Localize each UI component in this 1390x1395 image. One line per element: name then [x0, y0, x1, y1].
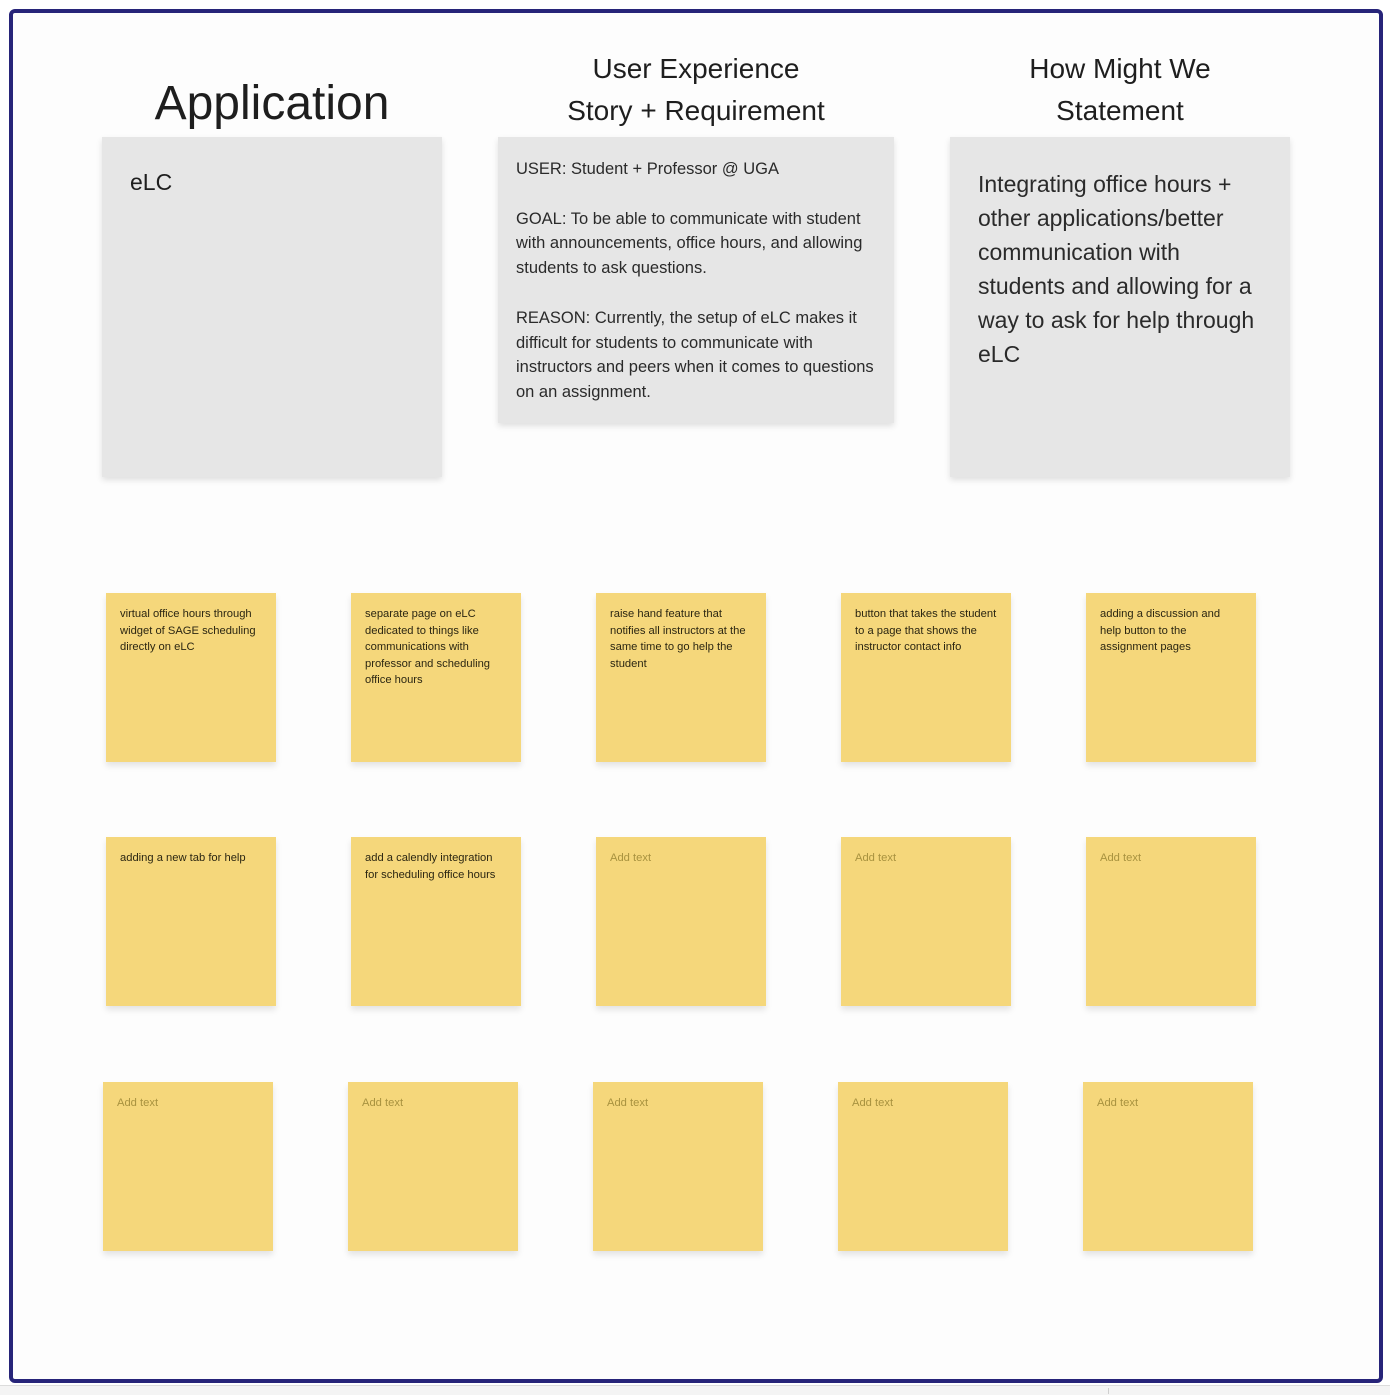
sticky-note[interactable]: add a calendly integration for schedulin… [351, 837, 521, 1006]
user-experience-card[interactable]: USER: Student + Professor @ UGA GOAL: To… [498, 137, 894, 423]
sticky-note-text: add a calendly integration for schedulin… [365, 852, 496, 881]
sticky-note-text: virtual office hours through widget of S… [120, 608, 256, 653]
sticky-note[interactable]: Add text [1083, 1082, 1253, 1251]
sticky-note[interactable]: separate page on eLC dedicated to things… [351, 593, 521, 762]
sticky-note-placeholder: Add text [610, 852, 652, 864]
sticky-note-text: raise hand feature that notifies all ins… [610, 608, 746, 670]
how-might-we-heading-line2: Statement [1056, 95, 1184, 126]
sticky-note[interactable]: raise hand feature that notifies all ins… [596, 593, 766, 762]
sticky-note-text: button that takes the student to a page … [855, 608, 997, 653]
sticky-note[interactable]: adding a new tab for help [106, 837, 276, 1006]
sticky-note-placeholder: Add text [855, 852, 897, 864]
sticky-note[interactable]: Add text [348, 1082, 518, 1251]
sticky-note[interactable]: Add text [103, 1082, 273, 1251]
application-heading: Application [154, 77, 390, 130]
sticky-note-placeholder: Add text [607, 1097, 649, 1109]
ux-reason-text: REASON: Currently, the setup of eLC make… [516, 308, 874, 402]
how-might-we-heading-line1: How Might We [1029, 53, 1211, 84]
sticky-note[interactable]: button that takes the student to a page … [841, 593, 1011, 762]
sticky-note[interactable]: Add text [1086, 837, 1256, 1006]
user-experience-heading-line1: User Experience [592, 53, 800, 84]
bottom-divider [1108, 1388, 1109, 1394]
user-experience-heading-line2: Story + Requirement [567, 95, 825, 126]
ux-user-text: USER: Student + Professor @ UGA [516, 160, 779, 178]
sticky-note-placeholder: Add text [852, 1097, 894, 1109]
how-might-we-heading: How Might We Statement [950, 48, 1290, 132]
sticky-note-text: separate page on eLC dedicated to things… [365, 608, 491, 686]
user-experience-heading: User Experience Story + Requirement [498, 48, 894, 132]
application-card-text: eLC [130, 169, 173, 195]
sticky-note-placeholder: Add text [1097, 1097, 1139, 1109]
sticky-note[interactable]: Add text [841, 837, 1011, 1006]
how-might-we-card-text: Integrating office hours + other applica… [978, 171, 1255, 367]
sticky-note[interactable]: Add text [593, 1082, 763, 1251]
sticky-note-placeholder: Add text [362, 1097, 404, 1109]
sticky-note[interactable]: adding a discussion and help button to t… [1086, 593, 1256, 762]
how-might-we-card[interactable]: Integrating office hours + other applica… [950, 137, 1290, 477]
sticky-note[interactable]: Add text [596, 837, 766, 1006]
sticky-note-placeholder: Add text [1100, 852, 1142, 864]
sticky-note-text: adding a discussion and help button to t… [1100, 608, 1221, 653]
sticky-note-placeholder: Add text [117, 1097, 159, 1109]
ux-goal-text: GOAL: To be able to communicate with stu… [516, 209, 863, 278]
application-card[interactable]: eLC [102, 137, 442, 477]
sticky-note[interactable]: virtual office hours through widget of S… [106, 593, 276, 762]
sticky-note[interactable]: Add text [838, 1082, 1008, 1251]
sticky-note-text: adding a new tab for help [120, 852, 246, 864]
